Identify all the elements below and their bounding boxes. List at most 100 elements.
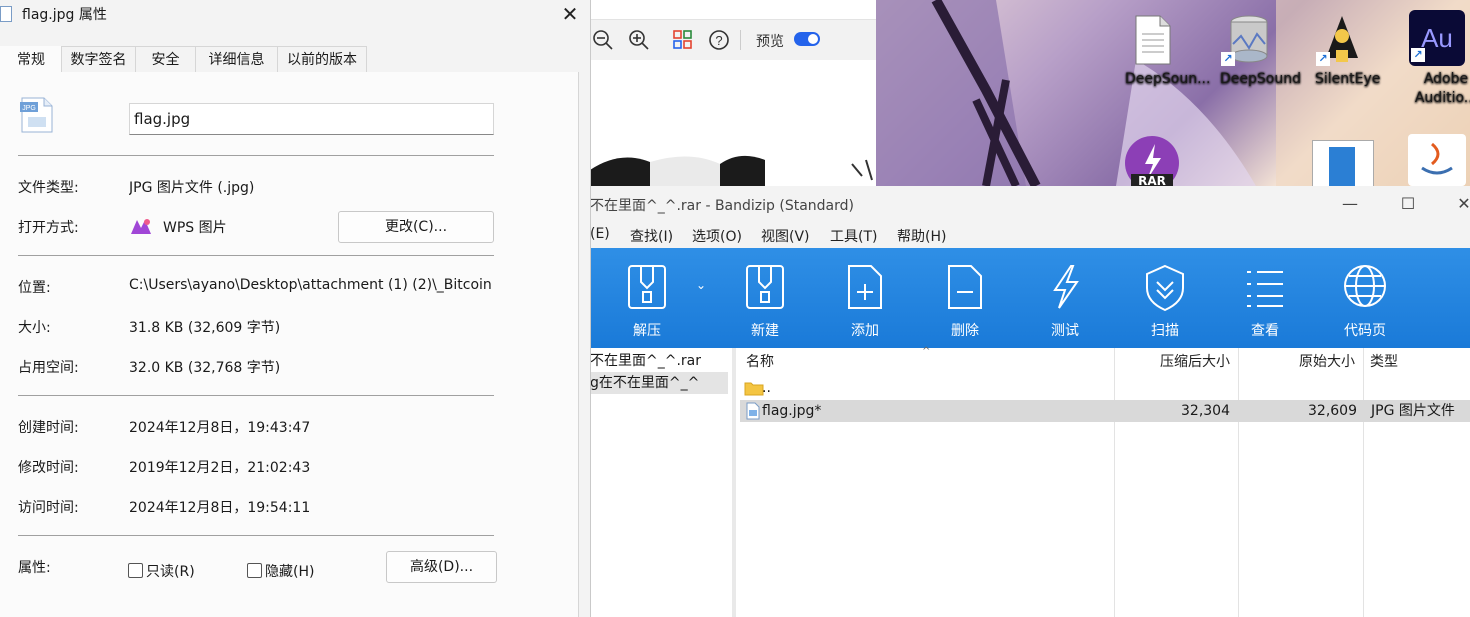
codepage-button[interactable]: 代码页 xyxy=(1325,262,1405,340)
table-row-parent[interactable]: .. xyxy=(740,377,1470,399)
properties-dialog: flag.jpg 属性 ✕ 常规 数字签名 安全 详细信息 以前的版本 JPG … xyxy=(0,0,591,617)
menu-find[interactable]: 查找(I) xyxy=(630,226,673,246)
extract-dropdown-icon[interactable]: ⌄ xyxy=(696,278,706,292)
column-name[interactable]: 名称 xyxy=(746,348,774,376)
dialog-title: flag.jpg 属性 xyxy=(22,7,107,23)
disk-size-label: 占用空间: xyxy=(18,360,79,376)
column-type[interactable]: 类型 xyxy=(1370,348,1398,376)
tab-general[interactable]: 常规 xyxy=(0,46,62,73)
disk-size-value: 32.0 KB (32,768 字节) xyxy=(129,360,281,376)
tab-previous-versions[interactable]: 以前的版本 xyxy=(277,46,367,73)
window-icon xyxy=(1329,147,1355,186)
minimize-icon[interactable]: — xyxy=(1340,194,1360,214)
extract-label: 解压 xyxy=(633,323,661,339)
viewer-toolbar: ? 预览 xyxy=(590,19,876,60)
desktop-icon-deepsound-file[interactable]: DeepSoun... xyxy=(1107,14,1210,87)
open-with-label: 打开方式: xyxy=(18,220,79,236)
tab-details[interactable]: 详细信息 xyxy=(195,46,278,73)
globe-icon xyxy=(1344,265,1386,307)
zoom-in-icon[interactable] xyxy=(626,27,652,53)
row-name: flag.jpg* xyxy=(762,403,822,419)
delete-label: 删除 xyxy=(951,323,979,339)
divider xyxy=(18,395,494,396)
size-value: 31.8 KB (32,609 字节) xyxy=(129,320,281,336)
menu-view[interactable]: 视图(V) xyxy=(761,226,810,246)
view-label: 查看 xyxy=(1251,323,1279,339)
scan-button[interactable]: 扫描 xyxy=(1125,262,1205,340)
help-icon[interactable]: ? xyxy=(706,27,732,53)
divider xyxy=(18,255,494,256)
test-button[interactable]: 测试 xyxy=(1025,262,1105,340)
change-button[interactable]: 更改(C)... xyxy=(338,211,494,243)
new-archive-label: 新建 xyxy=(751,323,779,339)
attributes-label: 属性: xyxy=(18,560,51,576)
advanced-button[interactable]: 高级(D)... xyxy=(386,551,497,583)
scan-label: 扫描 xyxy=(1151,323,1179,339)
checkbox-box[interactable] xyxy=(128,563,143,578)
hidden-checkbox[interactable]: 隐藏(H) xyxy=(247,561,314,581)
delete-button[interactable]: 删除 xyxy=(925,262,1005,340)
desktop-wallpaper: DeepSoun... ↗ DeepSound ↗ SilentEye Au ↗… xyxy=(876,0,1470,186)
open-with-value: WPS 图片 xyxy=(163,220,227,236)
new-archive-button[interactable]: 新建 xyxy=(725,262,805,340)
menu-edit[interactable]: (E) xyxy=(590,226,610,242)
preview-toggle[interactable] xyxy=(794,32,820,46)
jpg-file-icon xyxy=(0,6,12,22)
image-viewer-window: ? 预览 xyxy=(590,0,876,186)
desktop-icon-adobe-audition[interactable]: Au ↗ Adobe Auditio... xyxy=(1392,10,1470,106)
table-row-flag[interactable]: flag.jpg* 32,304 32,609 JPG 图片文件 xyxy=(740,400,1470,422)
tree-item-archive[interactable]: 不在里面^_^.rar xyxy=(590,350,728,372)
lightning-test-icon xyxy=(1053,265,1079,309)
file-type-value: JPG 图片文件 (.jpg) xyxy=(129,180,255,196)
svg-text:?: ? xyxy=(715,33,722,48)
rar-icon[interactable]: RAR xyxy=(1125,136,1179,186)
bandizip-menubar: (E) 查找(I) 选项(O) 视图(V) 工具(T) 帮助(H) xyxy=(590,222,1470,248)
zoom-out-icon[interactable] xyxy=(590,27,616,53)
view-button[interactable]: 查看 xyxy=(1225,262,1305,340)
tree-item-folder-label: g在不在里面^_^ xyxy=(590,375,700,391)
add-button[interactable]: 添加 xyxy=(825,262,905,340)
svg-text:JPG: JPG xyxy=(22,105,36,112)
divider xyxy=(18,155,494,156)
menu-options[interactable]: 选项(O) xyxy=(692,226,742,246)
file-list: ^ 名称 压缩后大小 原始大小 类型 .. flag.jpg* 32,304 3… xyxy=(736,346,1470,617)
menu-help[interactable]: 帮助(H) xyxy=(897,226,946,246)
wps-icon xyxy=(129,216,153,240)
created-label: 创建时间: xyxy=(18,420,79,436)
size-label: 大小: xyxy=(18,320,51,336)
column-packed-size[interactable]: 压缩后大小 xyxy=(1160,348,1230,376)
location-value[interactable]: C:\Users\ayano\Desktop\attachment (1) (2… xyxy=(129,277,497,293)
tree-item-archive-label: 不在里面^_^.rar xyxy=(590,353,702,369)
codepage-label: 代码页 xyxy=(1344,323,1386,339)
tab-security[interactable]: 安全 xyxy=(135,46,196,73)
filename-input[interactable] xyxy=(129,103,494,135)
java-icon[interactable] xyxy=(1408,134,1466,186)
close-icon[interactable]: ✕ xyxy=(1454,194,1470,214)
column-original-size[interactable]: 原始大小 xyxy=(1299,348,1355,376)
tree-item-folder[interactable]: g在不在里面^_^ xyxy=(590,372,728,394)
checkbox-box[interactable] xyxy=(247,563,262,578)
folder-icon xyxy=(744,382,764,396)
shortcut-arrow-icon: ↗ xyxy=(1316,52,1330,66)
desktop-icon-partial-1[interactable] xyxy=(1312,140,1374,186)
close-icon[interactable]: ✕ xyxy=(558,2,582,26)
tab-digital-signatures[interactable]: 数字签名 xyxy=(61,46,136,73)
test-label: 测试 xyxy=(1051,323,1079,339)
desktop-icon-deepsound[interactable]: ↗ DeepSound xyxy=(1202,14,1301,87)
shortcut-arrow-icon: ↗ xyxy=(1221,52,1235,66)
location-label: 位置: xyxy=(18,280,51,296)
row-type: JPG 图片文件 xyxy=(1371,403,1455,419)
readonly-label: 只读(R) xyxy=(146,564,195,580)
row-name: .. xyxy=(762,380,771,396)
delete-file-icon xyxy=(948,265,982,309)
menu-tools[interactable]: 工具(T) xyxy=(830,226,877,246)
extract-button[interactable]: 解压 xyxy=(607,262,687,340)
desktop-icon-silenteye[interactable]: ↗ SilentEye xyxy=(1297,14,1387,87)
jpg-file-icon xyxy=(746,402,760,420)
maximize-icon[interactable]: ☐ xyxy=(1398,194,1418,214)
apps-grid-icon[interactable] xyxy=(670,27,696,53)
created-value: 2024年12月8日，19:43:47 xyxy=(129,420,311,436)
add-file-icon xyxy=(848,265,882,309)
sort-arrow-icon: ^ xyxy=(922,346,931,357)
readonly-checkbox[interactable]: 只读(R) xyxy=(128,561,195,581)
